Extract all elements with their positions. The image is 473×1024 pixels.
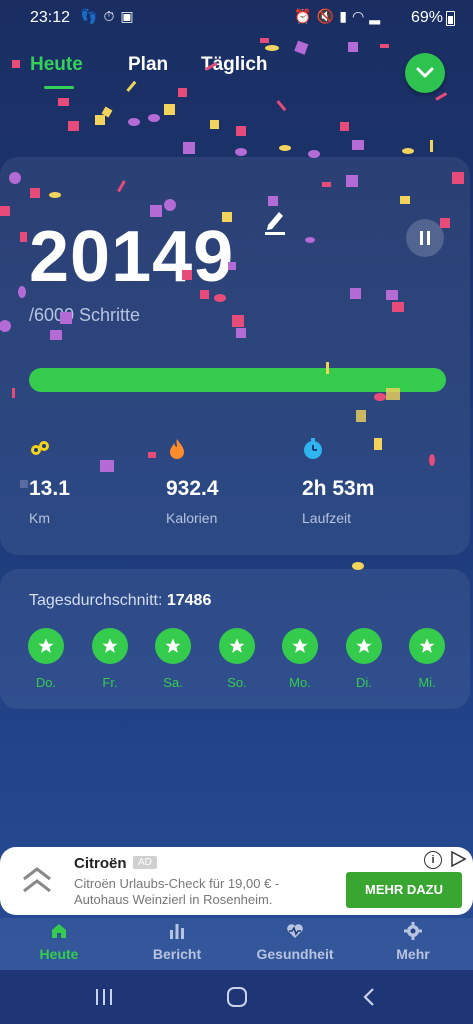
nav-heute[interactable]: Heute xyxy=(0,918,118,970)
info-icon[interactable]: i xyxy=(424,851,442,869)
nav-bericht[interactable]: Bericht xyxy=(118,918,236,970)
chevron-down-icon xyxy=(416,67,434,78)
wifi-icon: ◠ xyxy=(352,8,370,24)
ad-badge: AD xyxy=(133,856,157,869)
timer-icon: ⏱ xyxy=(103,8,121,24)
step-progress-bar xyxy=(29,368,446,392)
tab-plan[interactable]: Plan xyxy=(128,54,168,76)
distance-value: 13.1 xyxy=(29,477,70,500)
star-icon xyxy=(292,638,308,653)
pause-icon xyxy=(420,231,423,245)
day-label: Mi. xyxy=(418,675,436,690)
home-icon xyxy=(52,924,66,938)
daily-average-value: 17486 xyxy=(166,592,212,609)
day-badge[interactable]: Do. xyxy=(28,628,64,690)
citroen-logo xyxy=(23,867,51,893)
ad-text: Citroën Urlaubs-Check für 19,00 € - Auto… xyxy=(74,876,280,907)
calories-label: Kalorien xyxy=(166,510,218,526)
heart-rate-icon xyxy=(287,924,303,938)
distance-label: Km xyxy=(29,510,50,526)
alarm-off-icon: ⏰ xyxy=(294,8,317,24)
nav-label: Mehr xyxy=(396,946,430,962)
day-label: Mo. xyxy=(289,675,311,690)
signal-icon: ▂ xyxy=(369,8,385,24)
nav-label: Bericht xyxy=(152,946,202,962)
status-right-icons: ⏰🔇▮◠▂ xyxy=(294,8,385,25)
day-label: Sa. xyxy=(163,675,183,690)
nav-mehr[interactable]: Mehr xyxy=(354,918,472,970)
day-label: Fr. xyxy=(102,675,118,690)
back-icon[interactable] xyxy=(362,987,376,1007)
nav-label: Heute xyxy=(39,946,79,962)
star-icon xyxy=(356,638,372,653)
day-badge[interactable]: So. xyxy=(219,628,255,690)
day-label: Di. xyxy=(356,675,372,690)
battery-icon xyxy=(446,11,455,26)
bar-chart-icon xyxy=(170,924,184,939)
home-button-icon[interactable] xyxy=(226,987,248,1007)
active-tab-indicator xyxy=(44,86,74,89)
flame-icon xyxy=(170,439,184,459)
day-label: So. xyxy=(227,675,247,690)
star-icon xyxy=(102,638,118,653)
adchoices-icon[interactable] xyxy=(450,851,466,867)
sim-icon: ▮ xyxy=(339,8,352,24)
status-left-icons: 👣⏱▣ xyxy=(80,8,140,25)
edit-icon[interactable] xyxy=(262,207,288,240)
footsteps-icon: 👣 xyxy=(80,8,104,24)
day-badge[interactable]: Di. xyxy=(346,628,382,690)
distance-icon xyxy=(31,441,49,455)
battery-level: 69% xyxy=(410,9,443,26)
status-bar: 23:12 👣⏱▣ ⏰🔇▮◠▂ 69% xyxy=(0,0,473,36)
daily-average-label: Tagesdurchschnitt: xyxy=(29,592,163,609)
bottom-navigation: Heute Bericht Gesundheit Mehr xyxy=(0,918,473,970)
day-badge[interactable]: Fr. xyxy=(92,628,128,690)
day-badge[interactable]: Mi. xyxy=(409,628,445,690)
day-label: Do. xyxy=(35,675,57,690)
star-icon xyxy=(229,638,245,653)
app-icon: ▣ xyxy=(120,8,140,24)
tab-heute[interactable]: Heute xyxy=(30,54,83,76)
step-progress-fill xyxy=(29,368,446,392)
pause-button[interactable] xyxy=(406,219,444,257)
day-badge[interactable]: Sa. xyxy=(155,628,191,690)
expand-button[interactable] xyxy=(405,53,445,93)
gear-icon xyxy=(404,922,422,940)
tab-taeglich[interactable]: Täglich xyxy=(201,54,268,76)
nav-label: Gesundheit xyxy=(256,946,334,962)
ad-cta-button[interactable]: MEHR DAZU xyxy=(346,872,462,908)
daily-average: Tagesdurchschnitt: 17486 xyxy=(29,592,211,610)
stopwatch-icon xyxy=(304,438,322,459)
top-tabs: Heute Plan Täglich xyxy=(0,48,473,98)
step-goal: /6000 Schritte xyxy=(29,305,141,325)
system-navigation-bar xyxy=(0,970,473,1024)
step-count: 20149 xyxy=(29,217,235,297)
mute-icon: 🔇 xyxy=(316,8,340,24)
nav-gesundheit[interactable]: Gesundheit xyxy=(236,918,354,970)
recent-apps-icon[interactable] xyxy=(94,988,114,1006)
ad-banner[interactable]: Citroën AD Citroën Urlaubs-Check für 19,… xyxy=(0,847,473,915)
calories-value: 932.4 xyxy=(166,477,219,500)
star-icon xyxy=(165,638,181,653)
duration-label: Laufzeit xyxy=(302,510,352,526)
ad-brand: Citroën xyxy=(74,855,127,872)
star-icon xyxy=(419,638,435,653)
day-badge[interactable]: Mo. xyxy=(282,628,318,690)
star-icon xyxy=(38,638,54,653)
status-time: 23:12 xyxy=(30,9,71,26)
duration-value: 2h 53m xyxy=(302,477,375,500)
